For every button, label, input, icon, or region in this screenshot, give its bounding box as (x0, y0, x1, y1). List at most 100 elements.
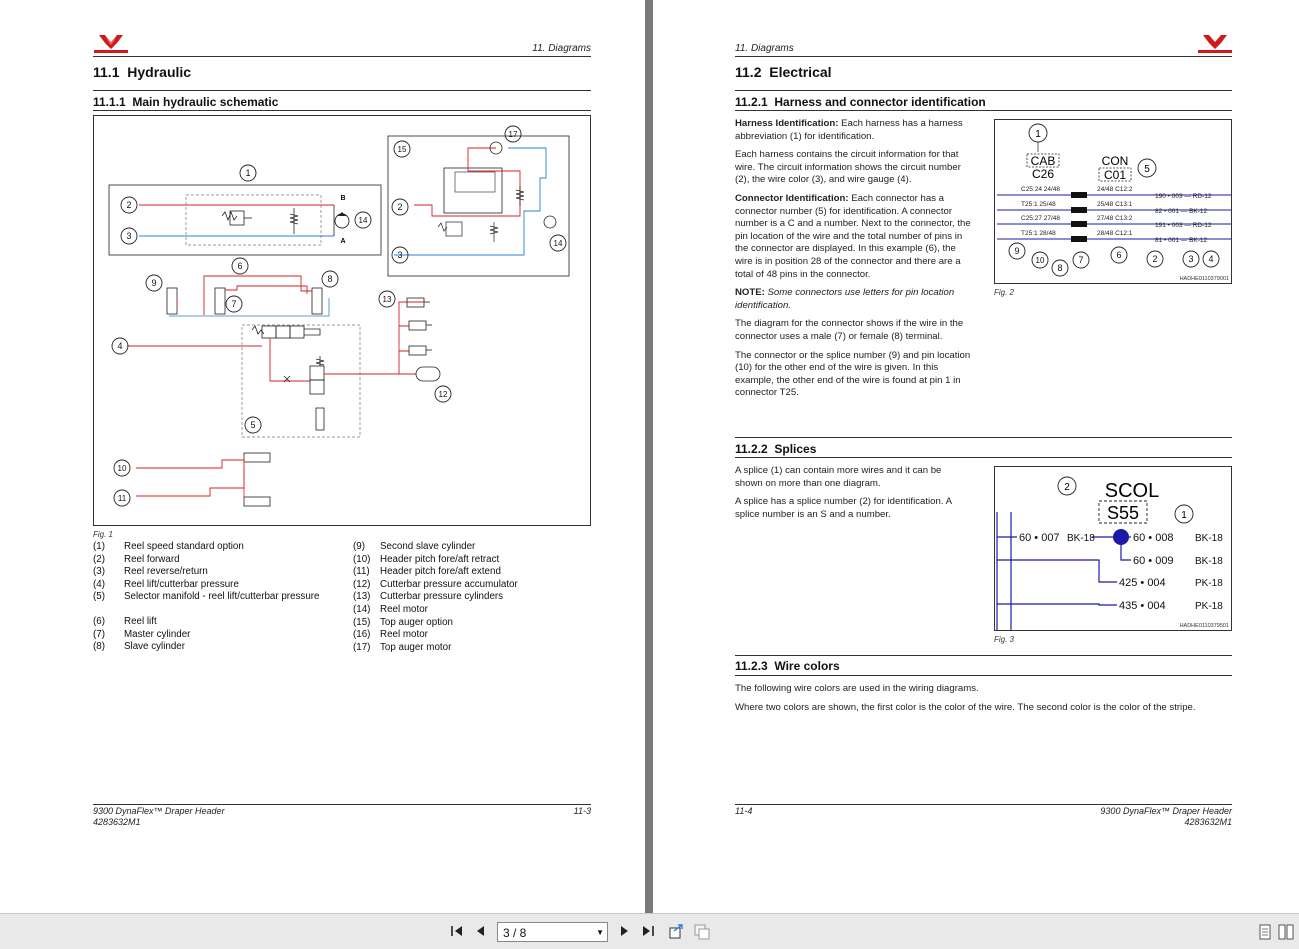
subsection-heading-3: 11.2.3 Wire colors (735, 659, 840, 673)
legend-num: (3) (93, 566, 105, 578)
legend-row: (16) Reel motor (353, 629, 518, 642)
callout-3: 3 (126, 231, 131, 241)
callout-5: 5 (250, 420, 255, 430)
wire-color: BK-18 (1067, 533, 1095, 544)
footer-rule (735, 804, 1232, 805)
callout-12: 12 (439, 390, 448, 399)
legend-row: (7) Master cylinder (93, 629, 319, 642)
header-rule (93, 56, 591, 57)
figure-3-caption: Fig. 3 (994, 635, 1015, 644)
legend-num: (16) (353, 629, 371, 641)
legend-num: (4) (93, 578, 105, 590)
chevron-down-icon: ▼ (596, 928, 604, 937)
last-page-icon[interactable] (641, 924, 655, 941)
footer-page-number: 11-4 (735, 806, 753, 816)
prev-page-icon[interactable] (474, 924, 486, 941)
pin-label: T25:1 28/48 (1021, 230, 1056, 237)
subsection-rule-bottom (93, 110, 591, 111)
legend-num: (1) (93, 541, 105, 552)
callout-4: 4 (1208, 254, 1213, 264)
footer-title: 9300 DynaFlex™ Draper Header (93, 806, 225, 816)
section-title: Electrical (769, 64, 832, 80)
footer-left: 9300 DynaFlex™ Draper Header 4283632M1 (93, 806, 225, 828)
legend-row: (6) Reel lift (93, 616, 319, 629)
legend-num: (7) (93, 628, 105, 640)
splice-number: S55 (1107, 503, 1139, 523)
subsection-rule (93, 90, 591, 91)
callout-7: 7 (1078, 255, 1083, 265)
copy-icon[interactable] (694, 924, 710, 943)
port-a-label: A (340, 238, 345, 245)
wire-label: 60 • 009 (1133, 555, 1174, 567)
legend-text: Header pitch fore/aft retract (380, 553, 500, 565)
wire-label: 60 • 007 (1019, 532, 1060, 544)
callout-1: 1 (1181, 510, 1187, 521)
accumulator-symbol (415, 366, 441, 382)
harness-con: CON (1102, 154, 1129, 168)
section-number: 11.1 (93, 64, 120, 80)
callout-2b: 2 (397, 202, 402, 212)
page-indicator: 3 / 8 (503, 926, 527, 940)
two-page-icon[interactable] (1278, 924, 1294, 943)
wire-color: BK-18 (1195, 533, 1223, 544)
section-heading: 11.2 Electrical (735, 64, 832, 80)
port-b-label: B (340, 195, 345, 202)
legend-row: (15) Top auger option (353, 617, 518, 630)
figure-1-caption: Fig. 1 (93, 530, 114, 539)
note-label: NOTE: (735, 287, 765, 299)
paragraph: Each harness contains the circuit inform… (735, 149, 961, 186)
legend-text: Reel speed standard option (124, 541, 244, 552)
wire-label: 435 • 004 (1119, 600, 1166, 612)
harness-text-block: Harness Identification: Each harness has… (735, 118, 971, 406)
legend-row: (11) Header pitch fore/aft extend (353, 566, 518, 579)
figure-2-caption: Fig. 2 (994, 288, 1015, 297)
legend-text: Top auger option (380, 616, 453, 628)
wire-label: 425 • 004 (1119, 577, 1166, 589)
callout-11: 11 (118, 494, 127, 503)
legend-num: (2) (93, 553, 105, 565)
viewer-toolbar: 3 / 8 ▼ (0, 913, 1299, 949)
callout-4: 4 (117, 341, 122, 351)
subsection-number: 11.1.1 (93, 95, 126, 109)
legend-text: Reel reverse/return (124, 566, 208, 578)
single-page-icon[interactable] (1258, 924, 1272, 943)
first-page-icon[interactable] (450, 924, 464, 941)
section-heading: 11.1 Hydraulic (93, 64, 191, 80)
paragraph: The connector or the splice number (9) a… (735, 349, 971, 399)
legend-text: Header pitch fore/aft extend (380, 566, 501, 578)
legend-num: (14) (353, 603, 371, 615)
legend-row: (17) Top auger motor (353, 642, 518, 655)
next-page-icon[interactable] (619, 924, 631, 941)
wire-label: 82 • 001 — BK-12 (1155, 208, 1208, 215)
harness-connector-figure: 1 5 CAB C26 CON C01 C25:24 24/48 T25:1 2… (994, 119, 1232, 284)
legend-row: (12) Cutterbar pressure accumulator (353, 579, 518, 592)
subsection-number: 11.2.2 (735, 442, 768, 456)
section-title: Hydraulic (127, 64, 192, 80)
subsection-rule (735, 90, 1232, 91)
export-icon[interactable] (668, 924, 684, 943)
page-selector[interactable]: 3 / 8 ▼ (497, 922, 608, 942)
legend-row: (4) Reel lift/cutterbar pressure (93, 579, 319, 592)
callout-6: 6 (1116, 250, 1121, 260)
legend-row: (13) Cutterbar pressure cylinders (353, 591, 518, 604)
callout-13: 13 (383, 295, 392, 304)
wire-color: PK-18 (1195, 601, 1223, 612)
legend-text: Top auger motor (380, 641, 452, 653)
splice-figure: 2 1 SCOL S55 60 • 007 BK-18 60 • 008 BK-… (994, 466, 1232, 631)
pin-label: C25:27 27/48 (1021, 215, 1060, 222)
legend-num: (10) (353, 553, 371, 565)
term: Harness Identification: (735, 118, 839, 129)
legend-text: Reel lift (124, 615, 157, 627)
callout-5: 5 (1144, 164, 1150, 175)
callout-3: 3 (1188, 254, 1193, 264)
connector-c26: C26 (1032, 167, 1054, 181)
subsection-heading-1: 11.2.1 Harness and connector identificat… (735, 95, 986, 109)
legend-num: (11) (353, 566, 370, 578)
callout-14b: 14 (554, 239, 563, 248)
paragraph: A splice (1) can contain more wires and … (735, 465, 942, 489)
subsection-title: Splices (774, 442, 817, 456)
wire-label: 191 • 003 — RD-12 (1155, 222, 1212, 229)
subsection-title: Harness and connector identification (774, 95, 986, 109)
legend-text: Reel forward (124, 553, 180, 565)
figure-code: HADHE0110379501 (1180, 623, 1229, 629)
